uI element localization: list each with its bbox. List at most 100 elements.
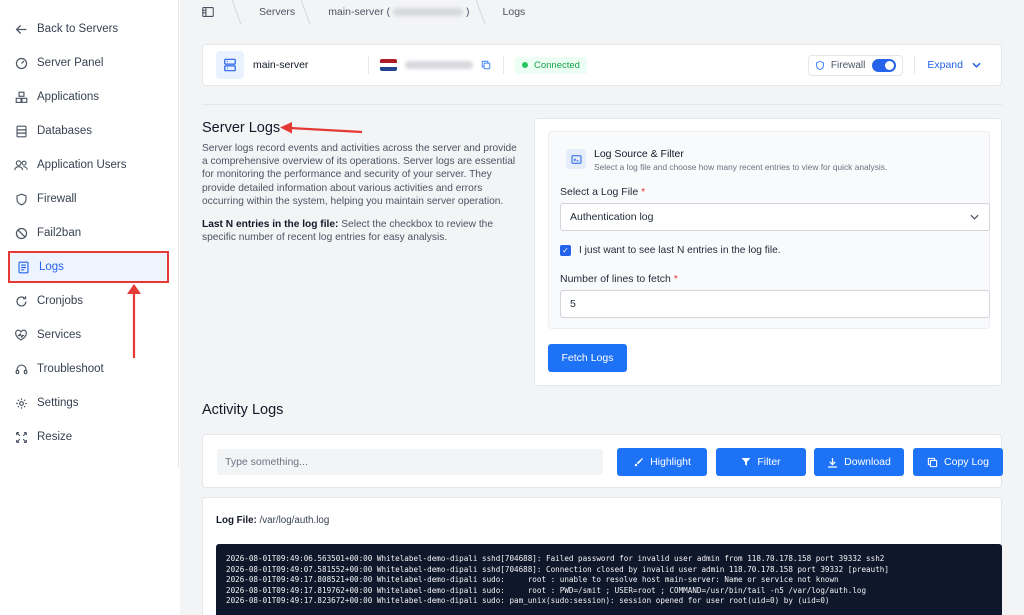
firewall-switch[interactable] (872, 58, 897, 72)
page-title: Server Logs (202, 120, 281, 136)
sidebar-item-server-panel[interactable]: Server Panel (0, 48, 170, 78)
sidebar-item-logs[interactable]: Logs (8, 251, 169, 283)
breadcrumb-current: Logs (502, 6, 526, 18)
database-icon (14, 124, 28, 138)
sidebar-item-fail2ban[interactable]: Fail2ban (0, 218, 170, 248)
status-label: Connected (534, 59, 580, 71)
copy-log-label: Copy Log (944, 456, 989, 468)
breadcrumb-servers[interactable]: Servers (237, 0, 305, 24)
sidebar-item-label: Cronjobs (37, 295, 84, 307)
server-logs-intro: Server Logs Server logs record events an… (202, 120, 524, 244)
log-toolbar: Highlight Filter Download Copy Log (202, 434, 1003, 488)
log-file-path: Log File: /var/log/auth.log (216, 515, 329, 526)
last-n-checkbox-row[interactable]: ✓ I just want to see last N entries in t… (560, 245, 781, 256)
sidebar-item-application-users[interactable]: Application Users (0, 150, 170, 180)
app-window: Back to Servers Server Panel Application… (0, 0, 1024, 615)
log-line: 2026-08-01T09:49:17.823672+00:00 Whitela… (226, 596, 830, 606)
status-dot-icon (522, 62, 528, 68)
redacted-ip (393, 8, 464, 16)
expand-button[interactable]: Expand (927, 59, 981, 71)
sidebar-item-label: Resize (37, 431, 73, 443)
sidebar-item-label: Troubleshoot (37, 363, 104, 375)
sidebar: Back to Servers Server Panel Application… (0, 0, 179, 467)
breadcrumb-server-label: main-server ( (328, 6, 391, 18)
shield-icon (815, 60, 825, 71)
log-line: 2026-08-01T09:49:17.808521+00:00 Whitela… (226, 575, 839, 585)
sidebar-item-label: Applications (37, 91, 100, 103)
log-source-filter-panel: Log Source & Filter Select a log file an… (548, 131, 990, 329)
lines-label-text: Number of lines to fetch (560, 273, 671, 285)
sidebar-item-label: Fail2ban (37, 227, 82, 239)
sidebar-item-databases[interactable]: Databases (0, 116, 170, 146)
log-file-label-text: Select a Log File (560, 186, 639, 198)
headset-icon (14, 362, 28, 376)
log-line: 2026-08-01T09:49:06.563501+00:00 Whitela… (226, 554, 885, 563)
sidebar-item-services[interactable]: Services (0, 320, 170, 350)
highlight-button[interactable]: Highlight (617, 448, 707, 476)
highlight-label: Highlight (650, 456, 691, 468)
activity-logs-title: Activity Logs (202, 402, 284, 418)
log-line: 2026-08-01T09:49:17.819762+00:00 Whitela… (226, 585, 867, 595)
expand-label: Expand (927, 59, 963, 71)
sidebar-toggle-icon[interactable] (180, 0, 236, 24)
arrow-left-icon (14, 22, 28, 36)
server-icon (216, 51, 244, 79)
filter-title: Log Source & Filter (594, 148, 684, 160)
back-to-servers-link[interactable]: Back to Servers (0, 14, 170, 44)
gauge-icon (14, 56, 28, 70)
status-badge: Connected (515, 56, 587, 74)
download-label: Download (844, 456, 891, 468)
sidebar-item-resize[interactable]: Resize (0, 422, 170, 452)
sidebar-item-label: Logs (39, 261, 64, 273)
services-icon (14, 328, 28, 342)
log-terminal[interactable]: 2026-08-01T09:49:06.563501+00:00 Whitela… (216, 544, 1002, 615)
back-label: Back to Servers (37, 23, 119, 35)
sidebar-item-label: Settings (37, 397, 79, 409)
chevron-down-icon (970, 214, 979, 220)
sidebar-item-label: Firewall (37, 193, 77, 205)
main-content: Servers main-server ( ) Logs main-server (180, 0, 1024, 615)
sidebar-item-applications[interactable]: Applications (0, 82, 170, 112)
log-file-select[interactable]: Authentication log (560, 203, 990, 231)
sidebar-item-cronjobs[interactable]: Cronjobs (0, 286, 170, 316)
filter-button[interactable]: Filter (716, 448, 806, 476)
sidebar-item-firewall[interactable]: Firewall (0, 184, 170, 214)
log-output-card: Log File: /var/log/auth.log 2026-08-01T0… (202, 497, 1002, 615)
copy-icon[interactable] (481, 60, 491, 70)
lines-value: 5 (570, 298, 576, 310)
log-file-value: Authentication log (570, 211, 654, 223)
breadcrumb: Servers main-server ( ) Logs (180, 0, 1024, 24)
last-n-info: Last N entries in the log file: Select t… (202, 218, 524, 244)
download-icon (827, 457, 838, 468)
gear-icon (14, 396, 28, 410)
checkbox-checked-icon[interactable]: ✓ (560, 245, 571, 256)
server-name: main-server (253, 59, 309, 71)
server-info-bar: main-server Connected Firewall Expand (202, 44, 1002, 86)
copy-icon (927, 457, 938, 468)
log-source-icon (566, 149, 586, 169)
log-line: 2026-08-01T09:49:07.581552+00:00 Whitela… (226, 564, 889, 574)
logs-icon (16, 260, 30, 274)
lines-input[interactable]: 5 (560, 290, 990, 318)
lines-label: Number of lines to fetch * (560, 273, 678, 285)
log-file-path-value: /var/log/auth.log (256, 515, 330, 526)
search-input[interactable] (217, 449, 603, 475)
filter-subtitle: Select a log file and choose how many re… (594, 162, 888, 172)
firewall-toggle[interactable]: Firewall (807, 54, 904, 76)
log-file-label: Select a Log File * (560, 186, 646, 198)
highlighter-icon (633, 457, 644, 468)
copy-log-button[interactable]: Copy Log (913, 448, 1003, 476)
log-file-label: Log File: (216, 515, 257, 526)
download-button[interactable]: Download (814, 448, 904, 476)
filter-label: Filter (757, 456, 781, 468)
sidebar-item-label: Databases (37, 125, 92, 137)
breadcrumb-server[interactable]: main-server ( ) (306, 0, 479, 24)
flag-netherlands-icon (380, 59, 397, 71)
ban-icon (14, 226, 28, 240)
sidebar-item-troubleshoot[interactable]: Troubleshoot (0, 354, 170, 384)
sidebar-item-settings[interactable]: Settings (0, 388, 170, 418)
redacted-ip-address (405, 61, 473, 69)
firewall-label: Firewall (830, 59, 866, 71)
fetch-logs-button[interactable]: Fetch Logs (548, 344, 627, 372)
divider (202, 104, 1002, 105)
